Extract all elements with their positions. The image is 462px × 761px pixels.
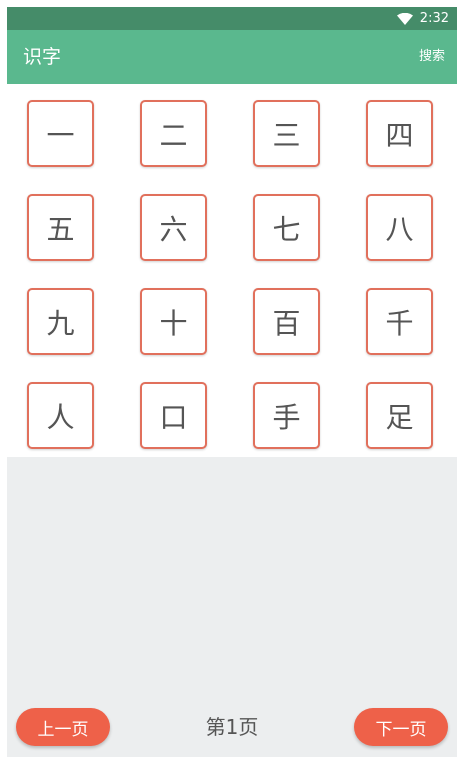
app-title: 识字	[23, 46, 62, 68]
page-indicator: 第1页	[205, 715, 259, 739]
char-tile[interactable]: 七	[253, 194, 320, 261]
char-tile[interactable]: 口	[140, 382, 207, 449]
status-bar: 2:32	[7, 7, 457, 30]
status-right: 2:32	[396, 7, 449, 30]
next-page-button[interactable]: 下一页	[354, 708, 448, 746]
char-tile[interactable]: 五	[27, 194, 94, 261]
phone-screen: 2:32 识字 搜索 一 二 三 四 五 六 七 八 九 十 百 千 人 口 手…	[7, 7, 457, 757]
pagination-bar: 上一页 第1页 下一页	[7, 705, 457, 751]
wifi-icon	[396, 12, 413, 25]
char-tile[interactable]: 十	[140, 288, 207, 355]
char-tile[interactable]: 足	[366, 382, 433, 449]
char-tile[interactable]: 九	[27, 288, 94, 355]
char-tile[interactable]: 千	[366, 288, 433, 355]
character-grid: 一 二 三 四 五 六 七 八 九 十 百 千 人 口 手 足	[7, 84, 457, 457]
app-bar: 识字 搜索	[7, 30, 457, 84]
char-tile[interactable]: 八	[366, 194, 433, 261]
char-tile[interactable]: 一	[27, 100, 94, 167]
char-tile[interactable]: 二	[140, 100, 207, 167]
prev-page-button[interactable]: 上一页	[16, 708, 110, 746]
char-tile[interactable]: 三	[253, 100, 320, 167]
status-time: 2:32	[419, 11, 449, 26]
char-tile[interactable]: 人	[27, 382, 94, 449]
char-tile[interactable]: 六	[140, 194, 207, 261]
char-tile[interactable]: 四	[366, 100, 433, 167]
char-tile[interactable]: 百	[253, 288, 320, 355]
search-button[interactable]: 搜索	[419, 30, 445, 84]
char-tile[interactable]: 手	[253, 382, 320, 449]
